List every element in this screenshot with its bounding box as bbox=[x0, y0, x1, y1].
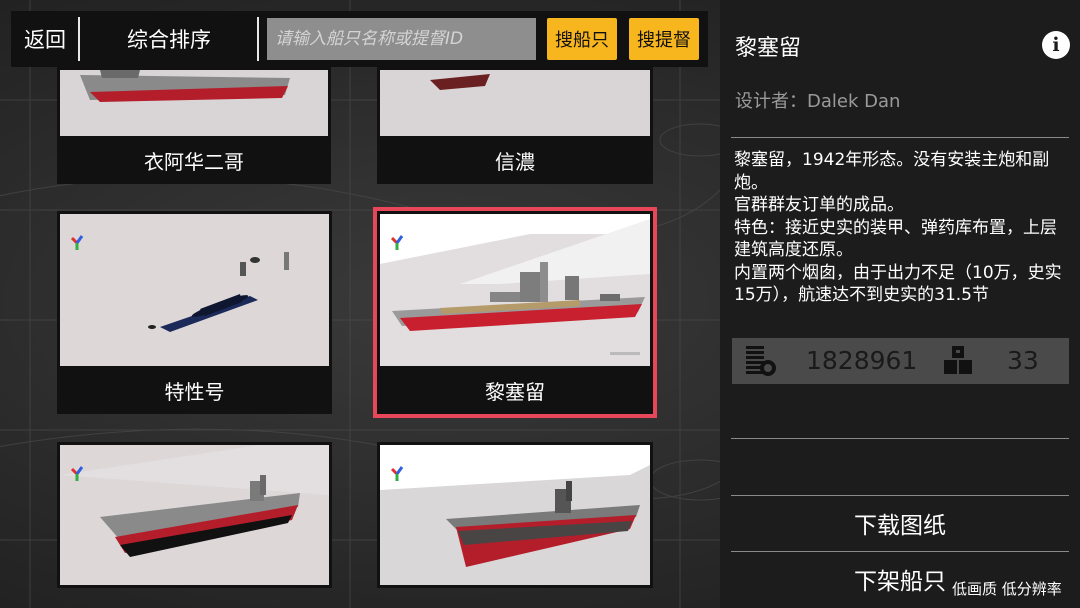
boxes-icon bbox=[944, 346, 972, 374]
top-bar: 返回 综合排序 搜船只 搜提督 bbox=[11, 11, 708, 67]
ship-card[interactable]: 衣阿华二哥 bbox=[57, 67, 331, 184]
ship-name: 信濃 bbox=[377, 136, 653, 184]
back-button[interactable]: 返回 bbox=[11, 11, 79, 67]
ship-card[interactable] bbox=[377, 442, 653, 588]
sort-dropdown[interactable]: 综合排序 bbox=[81, 11, 257, 67]
search-input[interactable] bbox=[267, 18, 536, 60]
ship-description: 黎塞留，1942年形态。没有安装主炮和副炮。 官群群友订单的成品。 特色：接近史… bbox=[734, 150, 1062, 305]
stats-bar: 1828961 33 bbox=[732, 338, 1069, 384]
ship-thumbnail bbox=[60, 445, 329, 585]
designer-text: 设计者：Dalek Dan bbox=[735, 91, 901, 112]
ship-name: 衣阿华二哥 bbox=[57, 136, 331, 184]
ship-thumbnail bbox=[60, 70, 328, 137]
coin-stack-icon bbox=[746, 346, 776, 376]
search-ship-button[interactable]: 搜船只 bbox=[547, 18, 617, 60]
search-admiral-button[interactable]: 搜提督 bbox=[629, 18, 699, 60]
divider bbox=[731, 438, 1069, 439]
ship-card[interactable]: 特性号 bbox=[57, 211, 332, 414]
download-count: 33 bbox=[1007, 346, 1039, 375]
block-count: 1828961 bbox=[806, 346, 918, 375]
ship-detail-panel: 黎塞留 i 设计者：Dalek Dan 黎塞留，1942年形态。没有安装主炮和副… bbox=[720, 0, 1080, 608]
axis-gizmo-icon bbox=[70, 235, 84, 250]
ship-thumbnail bbox=[60, 214, 329, 367]
quality-setting-label: 低画质 低分辨率 bbox=[952, 580, 1062, 598]
ship-title: 黎塞留 bbox=[735, 36, 802, 61]
ship-card-selected[interactable]: 黎塞留 bbox=[373, 207, 657, 418]
divider bbox=[731, 137, 1069, 138]
download-blueprint-button[interactable]: 下载图纸 bbox=[731, 496, 1069, 550]
ship-name: 特性号 bbox=[57, 366, 332, 414]
ship-thumbnail bbox=[380, 214, 650, 367]
divider bbox=[78, 17, 80, 61]
divider bbox=[257, 17, 259, 61]
ship-name: 黎塞留 bbox=[377, 366, 653, 414]
info-icon[interactable]: i bbox=[1042, 31, 1070, 59]
ship-thumbnail bbox=[380, 445, 650, 585]
ship-thumbnail bbox=[380, 70, 650, 137]
ship-card[interactable] bbox=[57, 442, 332, 588]
ship-card[interactable]: 信濃 bbox=[377, 67, 653, 184]
